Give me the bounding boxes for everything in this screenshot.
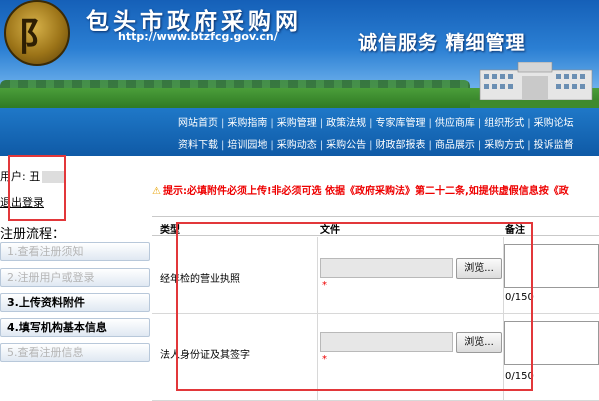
nav-link[interactable]: 采购论坛	[534, 118, 574, 129]
step-label: 4.填写机构基本信息	[7, 321, 107, 334]
step-4-fill-basic-info[interactable]: 4.填写机构基本信息	[0, 318, 150, 337]
step-5-view-registration[interactable]: 5.查看注册信息	[0, 343, 150, 362]
nav-link[interactable]: 采购动态	[277, 140, 317, 151]
nav-separator: |	[428, 118, 432, 129]
nav-separator: |	[477, 140, 482, 151]
notice-law-text: 依据《政府采购法》第二十二条,如提供虚假信息按《政	[321, 186, 569, 197]
nav-link[interactable]: 网站首页	[178, 118, 218, 129]
nav-separator: |	[477, 118, 482, 129]
nav-separator: |	[428, 140, 432, 151]
nav-row-2: 资料下载 | 培训园地 | 采购动态 | 采购公告 | 财政部报表 | 商品展示 | 采购方式 | 投诉监督	[178, 136, 574, 151]
site-url: http://www.btzfcg.gov.cn/	[118, 30, 278, 43]
nav-separator: |	[221, 118, 225, 129]
nav-link[interactable]: 商品展示	[435, 140, 475, 151]
notice-banner: ⚠ 提示:必填附件必须上传!非必须可选 依据《政府采购法》第二十二条,如提供虚假信…	[152, 182, 599, 197]
nav-link[interactable]: 政策法规	[326, 118, 366, 129]
nav-separator: |	[527, 118, 531, 129]
nav-link[interactable]: 投诉监督	[534, 140, 574, 151]
step-label: 5.查看注册信息	[7, 346, 84, 359]
registration-steps-title: 注册流程：	[0, 227, 66, 242]
nav-separator: |	[319, 140, 324, 151]
annotation-highlight-user	[8, 155, 66, 221]
nav-row-1: 网站首页 | 采购指南 | 采购管理 | 政策法规 | 专家库管理 | 供应商库 | 组织形式 | 采购论坛	[178, 114, 574, 129]
step-label: 2.注册用户或登录	[7, 271, 95, 284]
notice-required-text: 提示:必填附件必须上传!非必须可选	[162, 186, 322, 197]
logo-glyph: 阝	[17, 13, 56, 59]
nav-link[interactable]: 采购公告	[326, 140, 366, 151]
nav-link[interactable]: 财政部报表	[376, 140, 426, 151]
government-building-image	[470, 62, 599, 108]
slogan: 诚信服务 精细管理	[358, 32, 526, 54]
nav-separator: |	[270, 140, 274, 151]
nav-link[interactable]: 资料下载	[178, 140, 218, 151]
step-label: 3.上传资料附件	[7, 296, 85, 309]
nav-separator: |	[369, 118, 373, 129]
nav-link[interactable]: 采购方式	[484, 140, 524, 151]
header-banner: 阝 包头市政府采购网 http://www.btzfcg.gov.cn/ 诚信服…	[0, 0, 599, 108]
nav-separator: |	[369, 140, 373, 151]
nav-link[interactable]: 采购管理	[277, 118, 317, 129]
warning-icon: ⚠	[152, 186, 161, 197]
government-emblem-logo: 阝	[4, 0, 70, 66]
annotation-highlight-upload	[176, 222, 533, 391]
step-2-register-or-login[interactable]: 2.注册用户或登录	[0, 268, 150, 287]
nav-separator: |	[319, 118, 324, 129]
nav-link[interactable]: 供应商库	[435, 118, 475, 129]
main-navigation: 网站首页 | 采购指南 | 采购管理 | 政策法规 | 专家库管理 | 供应商库 | 组织形式 | 采购论坛…	[0, 108, 599, 156]
nav-link[interactable]: 专家库管理	[376, 118, 426, 129]
nav-separator: |	[270, 118, 274, 129]
step-3-upload-attachments[interactable]: 3.上传资料附件	[0, 293, 150, 312]
step-1-view-notice[interactable]: 1.查看注册须知	[0, 242, 150, 261]
nav-link[interactable]: 培训园地	[227, 140, 267, 151]
nav-separator: |	[527, 140, 531, 151]
nav-separator: |	[221, 140, 225, 151]
nav-link[interactable]: 采购指南	[227, 118, 267, 129]
step-label: 1.查看注册须知	[7, 245, 84, 258]
nav-link[interactable]: 组织形式	[484, 118, 524, 129]
